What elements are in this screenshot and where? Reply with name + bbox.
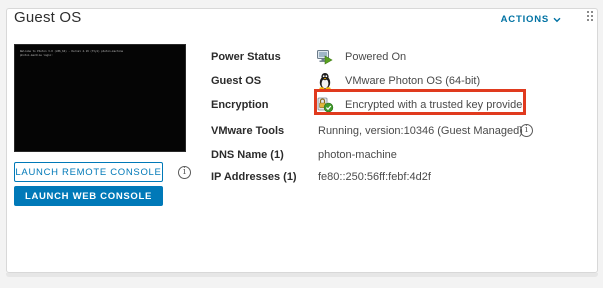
guest-os-value: VMware Photon OS (64-bit) — [345, 75, 481, 87]
console-thumbnail[interactable]: Welcome to Photon 3.0 (x86_64) - Kernel … — [14, 44, 186, 152]
console-text-line: Welcome to Photon 3.0 (x86_64) - Kernel … — [20, 50, 124, 53]
info-icon[interactable]: i — [520, 124, 533, 137]
card-title: Guest OS — [14, 9, 82, 26]
linux-tux-icon — [319, 73, 331, 90]
power-status-label: Power Status — [211, 51, 281, 63]
encryption-label: Encryption — [211, 99, 269, 111]
vmware-tools-value: Running, version:10346 (Guest Managed) — [318, 125, 523, 137]
dns-name-label: DNS Name (1) — [211, 149, 284, 161]
launch-remote-console-label: LAUNCH REMOTE CONSOLE — [15, 166, 162, 178]
guest-os-label: Guest OS — [211, 75, 262, 87]
dns-name-value: photon-machine — [318, 149, 397, 161]
console-text-line: photon-machine login: — [20, 54, 53, 57]
chevron-down-icon — [553, 17, 561, 22]
ip-addresses-label: IP Addresses (1) — [211, 171, 297, 183]
card-footer-edge — [6, 273, 598, 277]
vmware-tools-label: VMware Tools — [211, 125, 285, 137]
actions-menu-button[interactable]: ACTIONS — [501, 14, 561, 25]
ip-addresses-value: fe80::250:56ff:febf:4d2f — [318, 171, 431, 183]
info-icon[interactable]: i — [178, 166, 191, 179]
power-status-value: Powered On — [345, 51, 407, 63]
power-on-icon — [317, 50, 333, 65]
launch-remote-console-button[interactable]: LAUNCH REMOTE CONSOLE — [14, 162, 163, 182]
grip-dots-icon[interactable] — [586, 10, 594, 22]
encryption-highlight-box — [314, 89, 526, 115]
launch-web-console-label: LAUNCH WEB CONSOLE — [24, 190, 153, 202]
launch-web-console-button[interactable]: LAUNCH WEB CONSOLE — [14, 186, 163, 206]
actions-label: ACTIONS — [500, 14, 549, 25]
